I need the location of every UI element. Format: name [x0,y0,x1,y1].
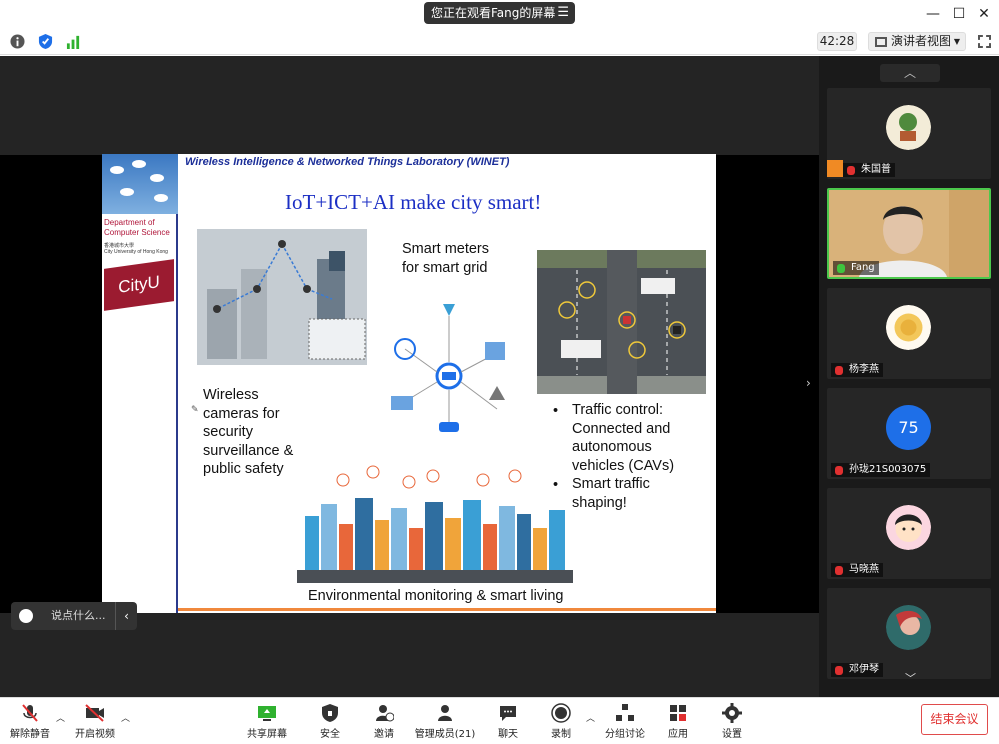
shield-icon[interactable] [38,34,53,49]
meeting-info-bar: 42:28 演讲者视图 ▼ [0,28,999,55]
participant-tile[interactable]: 马晓燕 [827,488,991,579]
viewing-screen-pill[interactable]: 您正在观看Fang的屏幕 ☰ [424,2,575,24]
signal-icon[interactable] [66,34,81,49]
chevron-left-icon[interactable]: ‹ [115,602,137,630]
apps-icon [670,705,686,721]
participant-name: 杨李燕 [831,363,883,377]
chevron-up-icon[interactable]: ︿ [121,711,130,724]
art-avatar [886,605,931,650]
meeting-timer: 42:28 [817,32,857,51]
manage-members-button[interactable]: 管理成员(21) [414,698,476,744]
wireless-cameras-text: Wireless cameras for security surveillan… [203,387,294,477]
fullscreen-icon[interactable] [978,35,991,48]
end-meeting-button[interactable]: 结束会议 [921,704,988,735]
smart-traffic-text: Smart traffic shaping! [572,476,650,511]
chat-input-pill[interactable]: 说点什么... ‹ [11,602,137,630]
pencil-icon: ✎ [191,405,199,415]
plant-avatar [886,105,931,150]
shield-icon [322,704,338,722]
slide-sidebar: Department of Computer Science 香港城市大學 Ci… [102,154,178,613]
slide-title: IoT+ICT+AI make city smart! [285,190,542,214]
settings-button[interactable]: 设置 [714,698,750,744]
department-name: Department of Computer Science [104,218,170,237]
speaker-view-icon [875,37,887,47]
environment-text: Environmental monitoring & smart living [308,588,564,604]
add-person-icon [376,705,394,722]
bullet-1: • [553,403,559,419]
participant-name: 孙珑21S003075 [831,463,931,477]
breakout-icon [616,704,634,721]
menu-icon[interactable]: ☰ [557,2,569,24]
maximize-icon[interactable]: ☐ [946,4,972,24]
record-button[interactable]: 录制 [543,698,579,744]
mic-muted-icon [22,704,38,722]
unmute-button[interactable]: 解除静音 [8,698,52,744]
chevron-up-icon[interactable]: ︿ [56,711,65,724]
info-icon[interactable] [10,34,25,49]
close-icon[interactable]: ✕ [971,4,997,24]
participant-tile[interactable]: 杨李燕 [827,288,991,379]
person-icon [827,160,843,177]
participant-tile[interactable]: 朱国普 [827,88,991,179]
participant-strip: ︿ 朱国普 Fang 杨李燕 75 孙珑21S003075 马晓燕 邓伊琴 ﹀ [819,56,999,697]
participant-tile-active[interactable]: Fang [827,188,991,279]
smart-city-illustration [297,465,573,583]
security-button[interactable]: 安全 [312,698,348,744]
start-video-button[interactable]: 开启视频 [72,698,118,744]
minimize-icon[interactable]: — [920,4,946,24]
breakout-rooms-button[interactable]: 分组讨论 [602,698,648,744]
participant-name: 邓伊琴 [831,663,883,677]
slide-footer-line [178,608,716,611]
presentation-slide: Department of Computer Science 香港城市大學 Ci… [102,154,716,613]
participant-name: 朱国普 [843,163,895,177]
smart-meters-text: Smart meters for smart grid [402,241,490,276]
record-icon [551,703,571,723]
cityu-logo: CityU [104,259,174,311]
university-name: 香港城市大學 City University of Hong Kong [104,243,168,255]
doves-image [102,154,178,214]
participant-tile[interactable]: 邓伊琴 [827,588,991,679]
participant-name: Fang [833,261,879,275]
chevron-up-icon[interactable]: ︿ [880,64,940,82]
gear-icon [722,703,742,723]
rose-avatar [886,305,931,350]
chat-bubble-icon [500,706,516,721]
viewing-label: 您正在观看Fang的屏幕 [431,6,556,20]
video-off-icon [85,704,104,722]
meeting-toolbar: 解除静音 ︿ 开启视频 ︿ 共享屏幕 安全 邀请 管理成员(21) 聊天 录制 … [0,697,999,743]
wireless-camera-network-image [197,229,367,365]
window-title-bar: 您正在观看Fang的屏幕 ☰ — ☐ ✕ [0,0,999,28]
invite-button[interactable]: 邀请 [366,698,402,744]
share-screen-icon [258,706,276,721]
cartoon-avatar [886,505,931,550]
view-mode-button[interactable]: 演讲者视图 ▼ [868,32,966,51]
smile-icon[interactable] [19,609,33,623]
participant-tile[interactable]: 75 孙珑21S003075 [827,388,991,479]
chevron-up-icon[interactable]: ︿ [586,711,595,724]
chevron-down-icon[interactable]: ﹀ [905,670,916,686]
chevron-down-icon: ▼ [953,37,960,46]
smart-grid-diagram [391,304,505,432]
share-screen-button[interactable]: 共享屏幕 [244,698,290,744]
chat-button[interactable]: 聊天 [490,698,526,744]
participant-name: 马晓燕 [831,563,883,577]
traffic-control-text: Traffic control: Connected and autonomou… [572,402,675,474]
people-icon [438,705,452,721]
lab-name: Wireless Intelligence & Networked Things… [185,156,510,168]
initials-avatar: 75 [886,405,931,450]
view-mode-label: 演讲者视图 [891,34,952,48]
apps-button[interactable]: 应用 [660,698,696,744]
chat-placeholder[interactable]: 说点什么... [51,602,106,630]
traffic-intersection-image [537,250,706,394]
chevron-right-icon[interactable]: › [806,376,818,390]
